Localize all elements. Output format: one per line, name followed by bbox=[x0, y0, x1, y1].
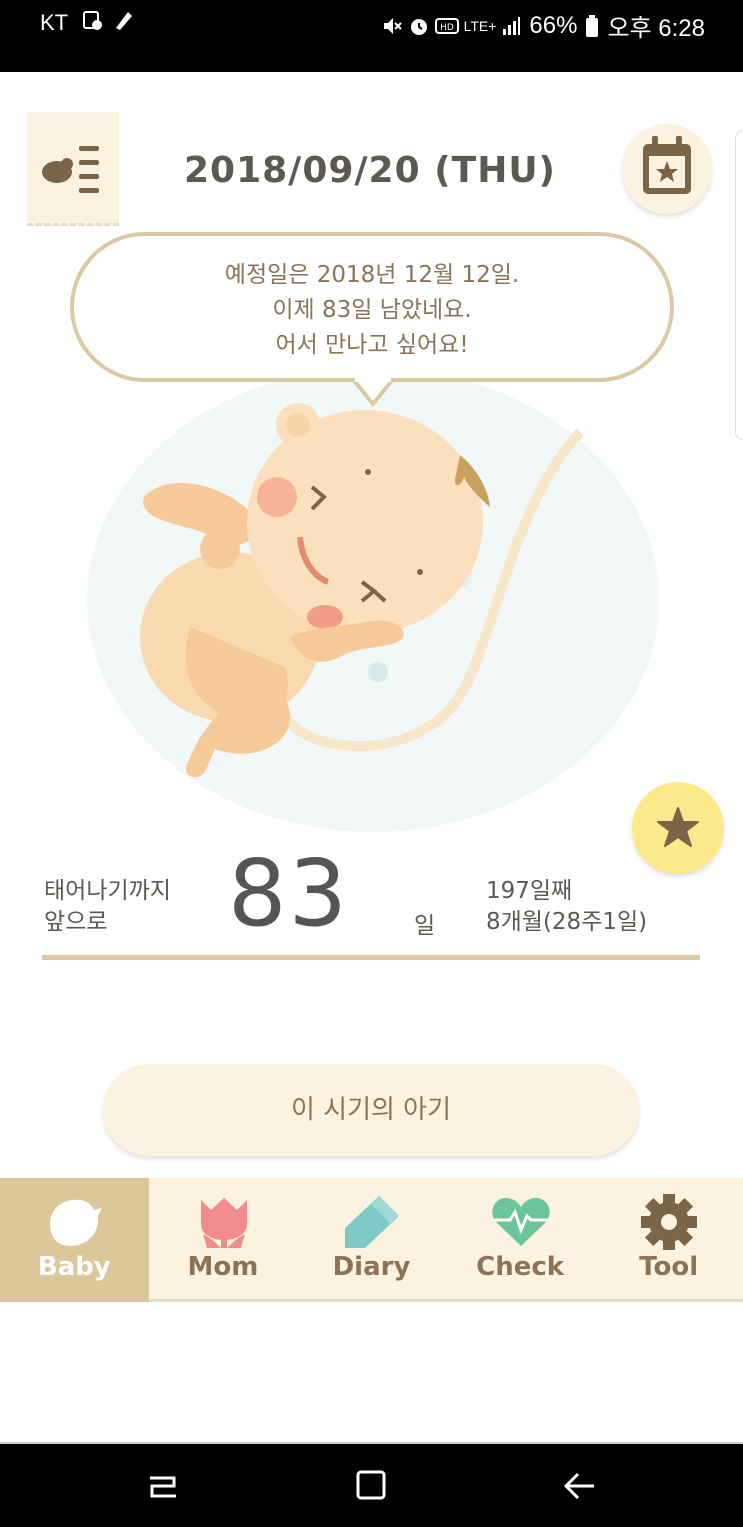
bubble-line: 어서 만나고 싶어요! bbox=[275, 332, 469, 358]
day-count: 197일째 bbox=[486, 878, 573, 904]
battery-percent: 66% bbox=[529, 11, 578, 39]
tab-label: Mom bbox=[187, 1252, 259, 1282]
bubble-tail bbox=[352, 378, 394, 408]
menu-button[interactable] bbox=[27, 112, 119, 226]
baby-illustration bbox=[87, 377, 659, 832]
date-title[interactable]: 2018/09/20 (THU) bbox=[150, 150, 590, 191]
screenshot-icon bbox=[83, 11, 102, 30]
baby-this-period-button[interactable]: 이 시기의 아기 bbox=[103, 1064, 639, 1156]
tab-label: Check bbox=[476, 1252, 565, 1282]
countdown-panel: 태어나기까지 앞으로 83 일 197일째 8개월(28주1일) bbox=[42, 832, 700, 960]
bird-icon bbox=[50, 1199, 102, 1246]
signal-icon bbox=[503, 16, 521, 35]
status-bar: KT HD LTE+ 66% 오후 6:28 bbox=[0, 0, 743, 72]
system-nav-bar bbox=[0, 1442, 743, 1527]
tab-label: Baby bbox=[37, 1252, 111, 1282]
tab-label: Diary bbox=[332, 1252, 411, 1282]
calendar-button[interactable] bbox=[622, 124, 712, 214]
app-screen: 2018/09/20 (THU) 예정일은 2018년 12월 12일. 이제 … bbox=[0, 72, 743, 1442]
heartbeat-icon bbox=[492, 1198, 550, 1246]
speech-bubble: 예정일은 2018년 12월 12일. 이제 83일 남았네요. 어서 만나고 … bbox=[70, 232, 674, 382]
tab-tool[interactable]: Tool bbox=[594, 1178, 743, 1302]
svg-text:HD: HD bbox=[440, 23, 454, 33]
days-remaining: 83 bbox=[228, 840, 350, 947]
bubble-line: 이제 83일 남았네요. bbox=[272, 297, 472, 323]
tulip-icon bbox=[200, 1198, 247, 1248]
home-icon[interactable] bbox=[354, 1468, 388, 1502]
mute-icon bbox=[383, 17, 402, 34]
battery-icon bbox=[586, 14, 599, 37]
tab-diary[interactable]: Diary bbox=[297, 1178, 446, 1302]
alarm-icon bbox=[410, 18, 427, 35]
recent-apps-icon[interactable] bbox=[146, 1470, 180, 1504]
calendar-star-icon bbox=[643, 136, 691, 194]
tab-mom[interactable]: Mom bbox=[149, 1178, 298, 1302]
pen-icon bbox=[345, 1196, 400, 1248]
carrier-label: KT bbox=[40, 10, 69, 35]
notification-icons bbox=[82, 8, 134, 32]
bubble-text: 예정일은 2018년 12월 12일. 이제 83일 남았네요. 어서 만나고 … bbox=[74, 258, 670, 363]
network-label: LTE+ bbox=[463, 17, 497, 34]
countdown-prefix: 태어나기까지 앞으로 bbox=[44, 876, 171, 938]
bottom-tab-bar: Baby Mom Diary Check Tool bbox=[0, 1178, 743, 1302]
month-week: 8개월(28주1일) bbox=[486, 909, 648, 935]
tab-label: Tool bbox=[639, 1252, 699, 1282]
countdown-prefix-line: 태어나기까지 bbox=[44, 878, 171, 904]
gear-icon bbox=[641, 1194, 698, 1250]
pregnancy-progress: 197일째 8개월(28주1일) bbox=[486, 876, 647, 938]
countdown-prefix-line: 앞으로 bbox=[44, 909, 108, 935]
hd-icon: HD bbox=[434, 17, 459, 34]
days-unit: 일 bbox=[414, 913, 436, 939]
back-icon[interactable] bbox=[562, 1470, 596, 1504]
side-drawer-handle[interactable] bbox=[735, 130, 743, 440]
tab-check[interactable]: Check bbox=[446, 1178, 595, 1302]
tab-baby[interactable]: Baby bbox=[0, 1178, 149, 1302]
bubble-line: 예정일은 2018년 12월 12일. bbox=[224, 262, 520, 288]
clock: 오후 6:28 bbox=[607, 15, 705, 42]
status-right: HD LTE+ 66% 오후 6:28 bbox=[381, 8, 705, 43]
baby-list-icon bbox=[42, 146, 99, 193]
pen-icon bbox=[116, 12, 132, 30]
